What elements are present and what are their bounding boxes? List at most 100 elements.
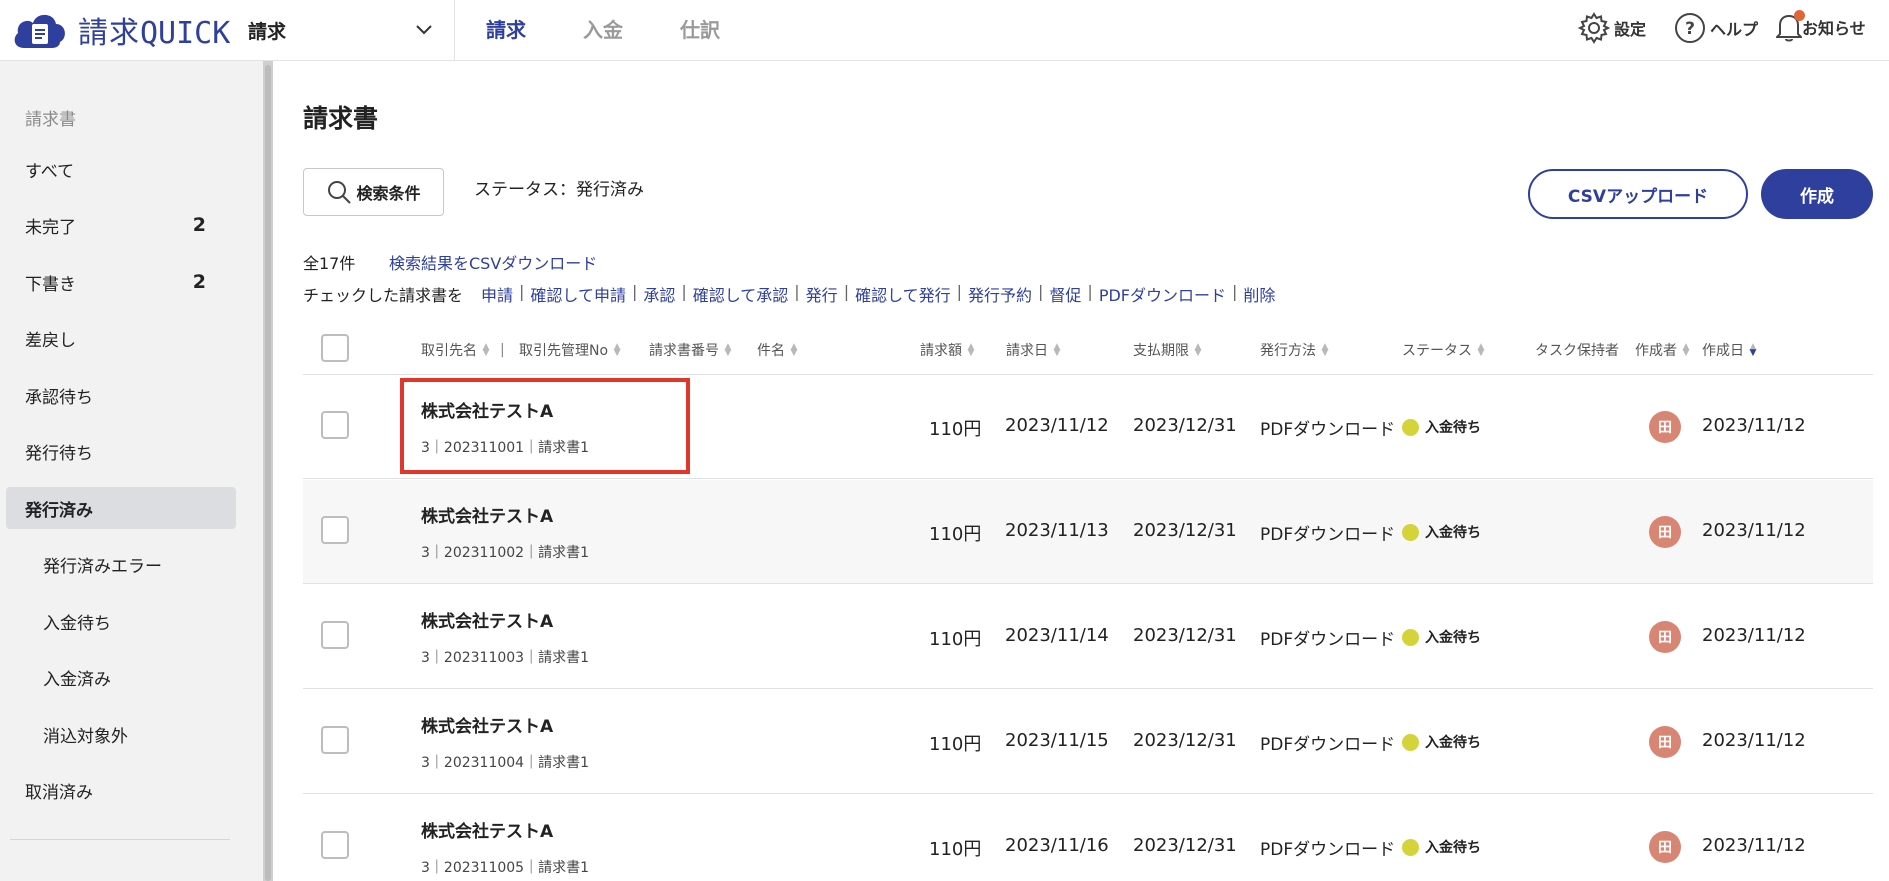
bulk-apply-link[interactable]: 申請	[481, 282, 513, 306]
sort-icon[interactable]: ▲ ▼	[1477, 343, 1485, 358]
column-header-subject[interactable]: 件名 ▲ ▼	[757, 340, 798, 360]
sort-icon[interactable]: ▲ ▼	[613, 343, 621, 358]
issue-method: PDFダウンロード	[1260, 630, 1396, 650]
sidebar-item-draft[interactable]: 下書き 2	[6, 261, 236, 303]
search-conditions-button[interactable]: 検索条件	[303, 168, 444, 216]
column-header-status[interactable]: ステータス ▲ ▼	[1402, 340, 1485, 360]
svg-text:?: ?	[1685, 19, 1695, 39]
header-divider	[454, 0, 455, 61]
bulk-actions: チェックした請求書を 申請 | 確認して申請 | 承認 | 確認して承認 | 発行 | 確…	[303, 282, 1276, 306]
settings-button[interactable]: 設定	[1578, 12, 1646, 44]
column-header-due-date[interactable]: 支払期限 ▲ ▼	[1133, 340, 1202, 360]
sidebar-item-label: 差戻し	[25, 330, 76, 351]
sidebar-item-cancelled[interactable]: 取消済み	[6, 769, 236, 811]
row-checkbox[interactable]	[321, 621, 349, 649]
issue-method: PDFダウンロード	[1260, 525, 1396, 545]
total-count: 全17件	[303, 254, 356, 273]
sidebar-item-paid[interactable]: 入金済み	[6, 656, 236, 698]
created-date: 2023/11/12	[1702, 415, 1806, 436]
notifications-button[interactable]: お知らせ	[1774, 10, 1866, 42]
column-header-created-date[interactable]: 作成日 ▲ ▼	[1702, 340, 1757, 360]
company-name[interactable]: 株式会社テストA	[421, 607, 553, 632]
sort-icon[interactable]: ▲ ▼	[1194, 343, 1202, 358]
chevron-down-icon	[416, 25, 432, 35]
nav-tab-invoice[interactable]: 請求	[486, 14, 526, 43]
column-header-invoice-date[interactable]: 請求日 ▲ ▼	[1006, 340, 1061, 360]
sidebar-divider	[10, 839, 230, 840]
bulk-delete-link[interactable]: 削除	[1243, 282, 1275, 306]
invoice-subline: 3｜202311003｜請求書1	[421, 650, 589, 666]
bulk-remind-link[interactable]: 督促	[1049, 282, 1081, 306]
row-checkbox[interactable]	[321, 831, 349, 859]
issue-method: PDFダウンロード	[1260, 420, 1396, 440]
highlight-box	[400, 378, 690, 474]
page-title: 請求書	[303, 104, 379, 133]
app-switcher[interactable]: 請求	[248, 12, 432, 48]
sidebar-item-label: 入金済み	[43, 669, 111, 690]
sidebar-item-incomplete[interactable]: 未完了 2	[6, 204, 236, 246]
invoice-amount: 110円	[929, 839, 982, 860]
create-button[interactable]: 作成	[1761, 169, 1873, 219]
status-dot-icon	[1402, 733, 1419, 751]
sidebar-item-issued[interactable]: 発行済み	[6, 487, 236, 529]
sort-icon[interactable]: ▲ ▼	[790, 343, 798, 358]
table-row[interactable]: 株式会社テストA 3｜202311003｜請求書1 110円 2023/11/1…	[303, 585, 1873, 689]
invoice-amount: 110円	[929, 629, 982, 650]
sidebar-item-awaiting-approval[interactable]: 承認待ち	[6, 374, 236, 416]
bulk-confirm-issue-link[interactable]: 確認して発行	[855, 282, 951, 306]
sort-icon[interactable]: ▲ ▼	[967, 343, 975, 358]
column-header-invoice-no[interactable]: 請求書番号 ▲ ▼	[649, 340, 732, 360]
sort-icon[interactable]: ▲ ▼	[1682, 343, 1690, 358]
status-badge: 入金待ち	[1402, 417, 1481, 437]
sort-icon[interactable]: ▲ ▼	[1053, 343, 1061, 358]
nav-tab-journal[interactable]: 仕訳	[680, 14, 720, 43]
table-row[interactable]: 株式会社テストA 3｜202311004｜請求書1 110円 2023/11/1…	[303, 690, 1873, 794]
bulk-issue-link[interactable]: 発行	[806, 282, 838, 306]
bulk-approve-link[interactable]: 承認	[643, 282, 675, 306]
creator-avatar: 田	[1649, 831, 1681, 863]
app-logo[interactable]: 請求QUICK	[10, 8, 230, 52]
sidebar-item-excluded[interactable]: 消込対象外	[6, 713, 236, 755]
row-checkbox[interactable]	[321, 411, 349, 439]
help-button[interactable]: ? ヘルプ	[1674, 12, 1758, 44]
sort-desc-icon[interactable]: ▲ ▼	[1749, 343, 1757, 358]
column-header-client-no[interactable]: 取引先管理No ▲ ▼	[519, 340, 621, 360]
bulk-confirm-apply-link[interactable]: 確認して申請	[530, 282, 626, 306]
row-checkbox[interactable]	[321, 516, 349, 544]
company-name[interactable]: 株式会社テストA	[421, 712, 553, 737]
created-date: 2023/11/12	[1702, 835, 1806, 856]
app-switcher-label: 請求	[248, 20, 287, 43]
column-header-creator[interactable]: 作成者 ▲ ▼	[1635, 340, 1690, 360]
status-badge: 入金待ち	[1402, 837, 1481, 857]
table-row[interactable]: 株式会社テストA 3｜202311005｜請求書1 110円 2023/11/1…	[303, 795, 1873, 881]
bulk-pdf-download-link[interactable]: PDFダウンロード	[1099, 282, 1226, 306]
sort-icon[interactable]: ▲ ▼	[482, 343, 490, 358]
sidebar-item-returned[interactable]: 差戻し	[6, 317, 236, 359]
creator-avatar: 田	[1649, 621, 1681, 653]
sidebar-item-label: 下書き	[25, 274, 76, 295]
csv-download-link[interactable]: 検索結果をCSVダウンロード	[389, 250, 597, 274]
sidebar-item-issued-error[interactable]: 発行済みエラー	[6, 543, 236, 585]
company-name[interactable]: 株式会社テストA	[421, 502, 553, 527]
column-header-amount[interactable]: 請求額 ▲ ▼	[920, 340, 975, 360]
sort-icon[interactable]: ▲ ▼	[1321, 343, 1329, 358]
row-checkbox[interactable]	[321, 726, 349, 754]
bulk-confirm-approve-link[interactable]: 確認して承認	[693, 282, 789, 306]
sidebar-scrollbar-thumb[interactable]	[265, 65, 271, 881]
column-header-method[interactable]: 発行方法 ▲ ▼	[1260, 340, 1329, 360]
sort-icon[interactable]: ▲ ▼	[724, 343, 732, 358]
issue-method: PDFダウンロード	[1260, 840, 1396, 860]
table-row[interactable]: 株式会社テストA 3｜202311002｜請求書1 110円 2023/11/1…	[303, 480, 1873, 584]
company-name[interactable]: 株式会社テストA	[421, 817, 553, 842]
sidebar-item-count: 2	[192, 271, 206, 293]
sidebar-item-awaiting-payment[interactable]: 入金待ち	[6, 600, 236, 642]
csv-upload-button[interactable]: CSVアップロード	[1528, 169, 1748, 219]
select-all-checkbox[interactable]	[321, 334, 349, 362]
bulk-schedule-issue-link[interactable]: 発行予約	[968, 282, 1032, 306]
nav-tab-payment[interactable]: 入金	[583, 14, 623, 43]
created-date: 2023/11/12	[1702, 625, 1806, 646]
sidebar-item-all[interactable]: すべて	[6, 148, 236, 190]
sidebar-item-awaiting-issue[interactable]: 発行待ち	[6, 430, 236, 472]
created-date: 2023/11/12	[1702, 730, 1806, 751]
column-header-company[interactable]: 取引先名 ▲ ▼ |	[421, 340, 505, 360]
